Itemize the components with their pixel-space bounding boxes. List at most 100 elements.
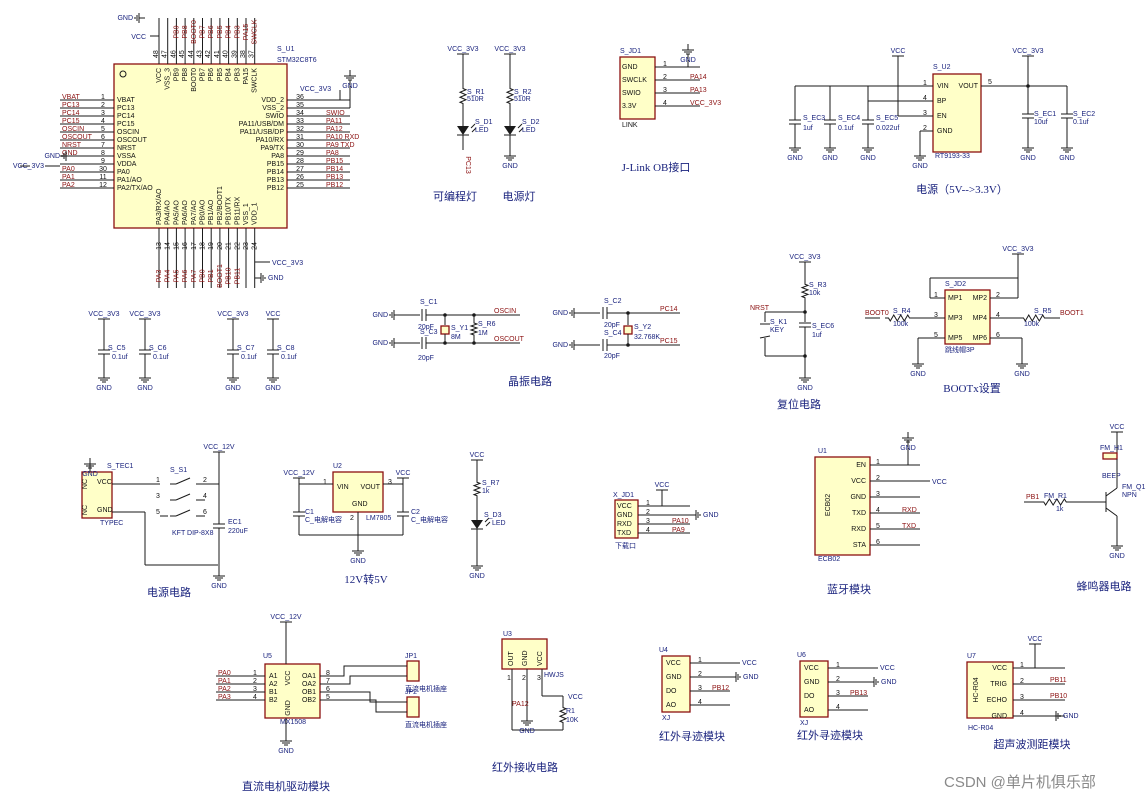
ultrasonic-net: PB10 (1050, 693, 1067, 700)
ldo-pin-name: GND (937, 128, 953, 135)
reset-resistor (800, 282, 810, 300)
motor-pin-name: A2 (269, 681, 278, 688)
power-label: VCC_12V (283, 470, 314, 477)
mcu-right-net: PA11 (326, 118, 342, 125)
watermark: CSDN @单片机俱乐部 (944, 774, 1096, 791)
regulator-pin-name: VOUT (361, 484, 381, 491)
serial-pin-name: RXD (617, 521, 632, 528)
motor-pin-number: 2 (253, 678, 257, 685)
bt-pin-name: STA (853, 542, 866, 549)
mcu-left-pin-name: PA0 (117, 169, 130, 176)
mcu-bottom-pin-number: 24 (252, 242, 259, 250)
power-label: VCC (891, 48, 906, 55)
power-label: VCC (266, 311, 281, 318)
mcu-bottom-pin-name: PB11/RX (234, 196, 241, 225)
jlink-ref: S_JD1 (620, 48, 641, 55)
mcu-bottom-net: PA6 (182, 270, 189, 283)
typec-nc: NC (82, 479, 89, 489)
ground-label: GND (552, 342, 568, 349)
jlink-pin-number: 4 (663, 100, 667, 107)
ground-label: GND (44, 153, 60, 160)
mcu-left-net: PA0 (62, 166, 75, 173)
ldo-part: RT9193-33 (935, 153, 970, 160)
transistor (1105, 487, 1118, 497)
motor-pin-name: VCC (285, 671, 292, 686)
motor-pin-name: GND (285, 700, 292, 716)
buzzer (1102, 452, 1118, 460)
mcu-right-net: PB12 (326, 182, 343, 189)
crystal-net: PC15 (660, 338, 678, 345)
mcu-left-pin-number: 2 (101, 102, 105, 109)
serial-pin-name: VCC (617, 503, 632, 510)
crystal-net: OSCIN (494, 308, 516, 315)
ir-ref: U3 (503, 631, 512, 638)
serial-pin-name: TXD (617, 530, 631, 537)
regulator-pin-name: VIN (337, 484, 349, 491)
power-label: VCC (1028, 636, 1043, 643)
motor-connector-ref: JP1 (405, 653, 417, 660)
bulk-cap-ref: EC1 (228, 519, 242, 526)
mcu-bottom-pin-name: PB0/AO (200, 199, 207, 225)
ultrasonic-label: HC-R04 (968, 725, 993, 732)
mcu-bottom-pin-name: PA7/AO (191, 200, 198, 225)
ground-label: GND (82, 471, 98, 478)
motor-pin-name: OA2 (302, 681, 316, 688)
led3 (471, 520, 483, 529)
mcu-bottom-net: PB0 (200, 269, 207, 282)
mcu-right-pin-number: 29 (296, 150, 304, 157)
track-pin-name: VCC (666, 660, 681, 667)
mcu-bottom-pin-name: PB1/AO (208, 199, 215, 225)
bt-net: RXD (902, 507, 917, 514)
decoupling-cap-value: 0.1uf (153, 354, 169, 361)
ground-label: GND (900, 445, 916, 452)
mcu-bottom-pin-number: 19 (208, 242, 215, 250)
ground-label: GND (519, 728, 535, 735)
mcu-right-pin-name: PB12 (267, 185, 284, 192)
ldo-cap-value: 0.1uf (838, 125, 854, 132)
ground-label: GND (1020, 155, 1036, 162)
decoupling-cap-ref: S_C7 (237, 345, 255, 352)
jlink-net: PA13 (690, 87, 707, 94)
mcu-top-pin-number: 42 (205, 50, 212, 58)
crystal-cap-ref: S_C1 (420, 299, 438, 306)
track-pin-number: 4 (698, 699, 702, 706)
mcu-right-pin-number: 25 (296, 182, 304, 189)
junction (803, 310, 807, 314)
mcu-bottom-net: PB10 (226, 267, 233, 284)
mcu-bottom-pin-number: 21 (226, 242, 233, 250)
mcu-top-pin-number: 44 (188, 50, 195, 58)
track-pin-number: 4 (836, 704, 840, 711)
ldo-cap-ref: S_EC4 (838, 115, 860, 122)
crystal-net: OSCOUT (494, 336, 525, 343)
power-label: VCC_3V3 (447, 46, 478, 53)
mcu-right-net: PB14 (326, 166, 343, 173)
mcu-right-net: SWIO (326, 110, 345, 117)
mcu-left-net: PC15 (62, 118, 80, 125)
crystal-ref: S_Y2 (634, 324, 651, 331)
ground-label: GND (881, 679, 897, 686)
supply-title: 电源电路 (147, 585, 191, 599)
bt-ref: U1 (818, 448, 827, 455)
ground-label: GND (342, 83, 358, 90)
mcu-top-net: PB4 (226, 25, 233, 38)
mcu-top-net: PB7 (200, 25, 207, 38)
switch-pin-number: 1 (156, 477, 160, 484)
mcu-right-pin-number: 33 (296, 118, 304, 125)
mcu-top-pin-name: VCC (156, 68, 163, 83)
mcu-top-pin-number: 41 (214, 50, 221, 58)
bt-pin-name: EN (856, 462, 866, 469)
motor-connector-label: 直流电机插座 (405, 720, 447, 729)
serial-net: PA9 (672, 527, 685, 534)
bt-pin-name: VCC (851, 478, 866, 485)
ir-pin-number: 2 (522, 675, 526, 682)
mcu-bottom-pin-name: PA5/AO (173, 200, 180, 225)
motor-pin-name: B2 (269, 697, 278, 704)
typec-nc: NC (82, 505, 89, 515)
motor-pin-number: 4 (253, 694, 257, 701)
crystal-cap-value: 20pF (418, 355, 434, 362)
mcu-bottom-pin-name: PA6/AO (182, 200, 189, 225)
mcu-left-net: OSCIN (62, 126, 84, 133)
mcu-top-pin-number: 37 (249, 50, 256, 58)
bt-pin-number: 4 (876, 507, 880, 514)
mcu-bottom-pin-name: VDD_1 (252, 202, 259, 225)
